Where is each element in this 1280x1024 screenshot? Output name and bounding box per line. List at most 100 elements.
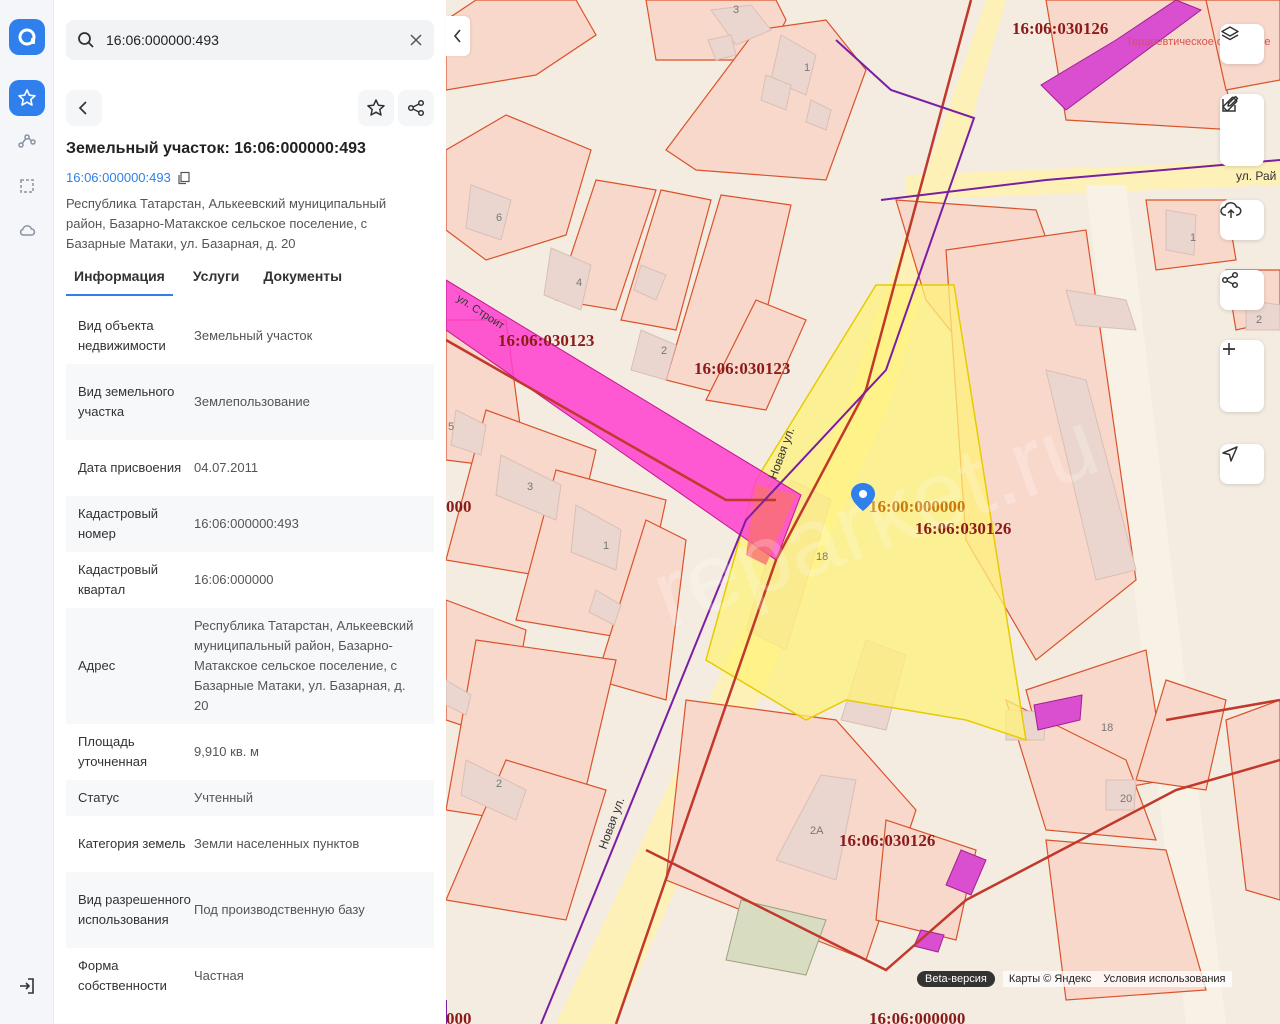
property-key: Вид земельного участка [78, 384, 175, 419]
property-row: Категория земель Земли населенных пунктов [66, 816, 434, 872]
house-number: 5 [448, 421, 454, 433]
house-number: 1 [603, 540, 609, 552]
upload-button[interactable] [1220, 200, 1264, 240]
property-value: Учтенный [194, 790, 254, 805]
tab-info[interactable]: Информация [66, 266, 173, 296]
quarter-label: 16:06:030123 [498, 331, 594, 350]
tab-bar: Информация Услуги Документы [66, 266, 434, 296]
search-bar [66, 20, 434, 60]
house-number: 1 [1190, 232, 1196, 244]
share-icon [407, 99, 425, 117]
property-value: Землепользование [194, 394, 310, 409]
copy-icon[interactable] [177, 171, 191, 185]
star-icon [367, 99, 385, 116]
map-share-button[interactable] [1220, 270, 1264, 310]
properties-table: Вид объекта недвижимости Земельный участо… [66, 308, 434, 1004]
property-key: Категория земель [78, 836, 186, 851]
property-value: 16:06:000000:493 [194, 516, 299, 531]
property-row: Вид объекта недвижимости Земельный участо… [66, 308, 434, 364]
app-logo[interactable] [9, 19, 45, 55]
cadastral-number-text[interactable]: 16:06:000000:493 [66, 170, 171, 185]
polyline-icon [18, 134, 36, 148]
cadastral-number-link[interactable]: 16:06:000000:493 [66, 170, 191, 185]
tab-documents[interactable]: Документы [255, 266, 350, 296]
logo-icon [18, 28, 36, 46]
property-value: 16:06:000000 [194, 572, 274, 587]
property-row: Вид земельного участка Землепользование [66, 364, 434, 440]
property-key: Форма собственности [78, 958, 167, 993]
house-number: 2 [661, 345, 667, 357]
house-number: 2А [810, 825, 824, 837]
back-button[interactable] [66, 90, 102, 126]
navigation-arrow-icon [1222, 446, 1238, 462]
quarter-label: 16:06:000000 [869, 1009, 965, 1024]
house-number: 2 [496, 778, 502, 790]
map-view[interactable]: 16:06:030126 16:06:030123 16:06:030123 1… [446, 0, 1280, 1024]
house-number: 1 [804, 62, 810, 74]
layers-button[interactable] [1220, 24, 1264, 64]
quarter-label: 16:06:030126 [839, 831, 935, 850]
property-row: Вид разрешенного использования Под произв… [66, 872, 434, 948]
quarter-label: 000 [446, 497, 472, 516]
favorite-button[interactable] [358, 90, 394, 126]
property-value: Частная [194, 968, 244, 983]
property-row: Адрес Республика Татарстан, Алькеевский м… [66, 608, 434, 724]
share-icon [1221, 271, 1239, 289]
attribution-text[interactable]: Карты © Яндекс [1002, 971, 1098, 987]
quarter-label: 16:06:030123 [694, 359, 790, 378]
share-button[interactable] [398, 90, 434, 126]
property-key: Вид объекта недвижимости [78, 318, 166, 353]
info-panel: Земельный участок: 16:06:000000:493 16:0… [54, 0, 446, 1024]
address-heading: Республика Татарстан, Алькеевский муници… [66, 196, 387, 251]
select-area-rail-button[interactable] [9, 168, 45, 204]
map-canvas[interactable]: 16:06:030126 16:06:030123 16:06:030123 1… [446, 0, 1280, 1024]
quarter-label: 000 [446, 1009, 472, 1024]
house-number: 3 [733, 4, 739, 16]
property-key: Площадь уточненная [78, 734, 148, 769]
edit-button[interactable] [1220, 95, 1264, 166]
house-number: 20 [1120, 793, 1132, 805]
zoom-group [1220, 340, 1264, 412]
property-key: Кадастровый квартал [78, 562, 159, 597]
house-number: 2 [1256, 314, 1262, 326]
quarter-label: 16:06:030126 [1012, 19, 1108, 38]
dashed-square-icon [20, 179, 34, 193]
cloud-upload-icon [1220, 201, 1242, 218]
chevron-left-icon [78, 101, 87, 115]
cloud-rail-button[interactable] [9, 212, 45, 248]
property-row: Статус Учтенный [66, 780, 434, 816]
chevron-left-icon [453, 29, 461, 43]
left-rail [0, 0, 54, 1024]
beta-badge: Beta-версия [917, 971, 995, 987]
zoom-out-button[interactable] [1220, 348, 1264, 412]
property-row: Форма собственности Частная [66, 948, 434, 1004]
property-key: Адрес [78, 658, 116, 673]
favorites-rail-button[interactable] [9, 80, 45, 116]
search-input[interactable] [106, 20, 396, 60]
property-row: Кадастровый квартал 16:06:000000 [66, 552, 434, 608]
geolocate-button[interactable] [1220, 444, 1264, 484]
map-attribution: Beta-версия Карты © Яндекс Условия испол… [917, 970, 1232, 988]
login-rail-button[interactable] [9, 968, 45, 1004]
property-row: Дата присвоения 04.07.2011 [66, 440, 434, 496]
tab-services[interactable]: Услуги [185, 266, 248, 296]
draw-tools-group [1220, 94, 1264, 166]
login-icon [20, 978, 34, 994]
property-value: Земельный участок [194, 328, 313, 343]
property-row: Кадастровый номер 16:06:000000:493 [66, 496, 434, 552]
street-label: ул. Рай [1236, 169, 1276, 183]
route-rail-button[interactable] [9, 124, 45, 160]
property-key: Дата присвоения [78, 460, 182, 475]
property-value: 9,910 кв. м [194, 744, 259, 759]
page-title: Земельный участок: 16:06:000000:493 [66, 140, 366, 157]
property-value: 04.07.2011 [194, 460, 259, 475]
house-number: 6 [496, 212, 502, 224]
property-key: Вид разрешенного использования [78, 892, 191, 927]
clear-icon[interactable] [408, 32, 424, 48]
property-value: Земли населенных пунктов [194, 836, 360, 851]
layers-icon [1221, 26, 1239, 41]
terms-link[interactable]: Условия использования [1097, 971, 1232, 987]
cloud-icon [19, 225, 36, 236]
collapse-panel-button[interactable] [446, 16, 470, 56]
house-number: 4 [576, 277, 582, 289]
